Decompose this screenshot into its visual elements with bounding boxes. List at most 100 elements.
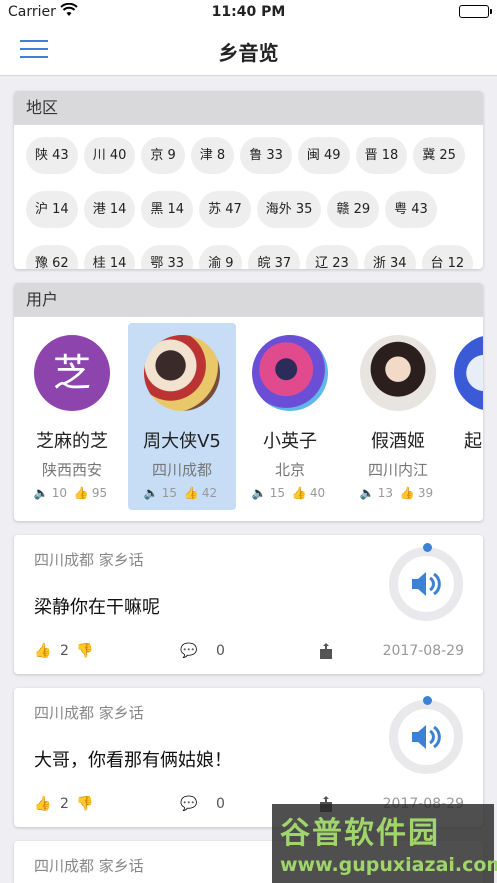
page-title: 乡音览 [218,41,279,65]
play-count: 15 [161,486,178,500]
region-chip[interactable]: 港 14 [83,191,136,228]
region-chip[interactable]: 鄂 33 [141,245,194,269]
thumbs-up-icon: 👍 [183,486,199,500]
user-name: 周大侠V5 [143,431,221,452]
speaker-icon: 🔈 [359,486,375,500]
like-count: 40 [309,486,326,500]
region-chip[interactable]: 川 40 [83,137,136,174]
region-chip-grid: 陕 43 川 40 京 9津 8鲁 33 闽 49 晋 18 冀 25 沪 14 港 14 黑 … [14,125,483,269]
clock: 11:40 PM [211,4,286,20]
speaker-icon [412,725,441,749]
like-count: 39 [417,486,434,500]
like-count: 2 [60,643,69,659]
speaker-icon: 🔈 [143,486,159,500]
post-text: 梁静你在干嘛呢 [34,597,160,618]
regions-card: 地区 陕 43 川 40 京 9津 8鲁 33 闽 49 晋 18 冀 25 沪 14 港 1… [14,91,483,269]
nav-bar: 乡音览 [0,24,497,76]
user-stats: 🔈 15 👍 40 [236,486,344,500]
regions-header: 地区 [14,91,483,125]
avatar: 芝 [34,335,110,411]
region-chip[interactable]: 津 8 [190,137,235,174]
comment-icon[interactable]: 💬 [180,643,197,659]
user-card[interactable]: 芝 芝麻的芝 陕西西安 🔈 10 👍 95 [18,323,126,510]
battery-icon [459,5,492,18]
region-chip[interactable]: 黑 14 [141,191,194,228]
user-card[interactable]: 小英子 北京 🔈 15 👍 40 [236,323,344,510]
thumbs-down-icon[interactable]: 👎 [76,796,93,812]
watermark-title: 谷普软件园 [280,816,440,851]
play-count: 13 [377,486,394,500]
user-stats: 🔈 13 👍 39 [344,486,452,500]
region-chip[interactable]: 鲁 33 [240,137,292,174]
user-card[interactable]: 假酒姬 四川内江 🔈 13 👍 39 [344,323,452,510]
watermark-url: www.gupuxiazai.com [280,854,497,876]
avatar [454,335,483,411]
user-name: 假酒姬 [371,431,425,452]
status-bar: Carrier 11:40 PM [0,0,497,24]
region-chip[interactable]: 皖 37 [248,245,301,269]
region-chip[interactable]: 海外 35 [256,191,322,228]
comment-icon[interactable]: 💬 [180,796,197,812]
region-chip[interactable]: 浙 34 [363,245,416,269]
user-location: 北京 [274,461,305,479]
share-icon[interactable] [319,643,333,663]
region-chip[interactable]: 赣 29 [327,191,380,228]
region-chip[interactable]: 辽 23 [306,245,358,269]
region-chip[interactable]: 闽 49 [297,137,350,174]
post-actions: 👍 2 👎 💬 0 2017-08-29 [34,643,464,663]
user-card-partial[interactable]: 起 [454,323,483,510]
thumbs-down-icon[interactable]: 👎 [76,643,93,659]
region-row: 豫 62 桂 14 鄂 33 渝 9皖 37 辽 23 浙 34 台 12 [26,245,483,269]
audio-play-button[interactable] [389,696,463,774]
like-count: 95 [91,486,108,500]
avatar [360,335,436,411]
users-card: 用户 芝 芝麻的芝 陕西西安 🔈 10 👍 95 周大侠V5 四川成都 🔈 15 👍 4… [14,283,483,521]
play-count: 10 [51,486,68,500]
play-count: 15 [269,486,286,500]
post-card[interactable]: 四川成都 家乡话 梁静你在干嘛呢 👍 2 👎 💬 0 2017-08-29 [14,535,483,674]
user-name: 起 [464,431,482,452]
avatar [144,335,220,411]
thumbs-up-icon: 👍 [73,486,89,500]
post-text: 大哥，你看那有俩姑娘！ [34,750,232,771]
post-location: 四川成都 家乡话 [34,704,144,722]
like-count: 2 [60,796,69,812]
avatar [252,335,328,411]
region-chip[interactable]: 桂 14 [83,245,136,269]
user-name: 小英子 [263,431,317,452]
user-name: 芝麻的芝 [36,431,108,452]
thumbs-up-icon[interactable]: 👍 [34,643,51,659]
progress-dot [423,696,432,705]
speaker-icon: 🔈 [251,486,267,500]
speaker-icon: 🔈 [33,486,49,500]
user-location: 陕西西安 [41,461,102,479]
watermark-logo: 谷普软件园 www.gupuxiazai.com [272,804,497,883]
user-stats: 🔈 15 👍 42 [128,486,236,500]
region-chip[interactable]: 沪 14 [26,191,78,228]
comment-count: 0 [216,796,225,812]
thumbs-up-icon[interactable]: 👍 [34,796,51,812]
progress-dot [423,543,432,552]
audio-play-button[interactable] [389,543,463,621]
region-chip[interactable]: 陕 43 [26,137,78,174]
region-chip[interactable]: 豫 62 [26,245,78,269]
user-location: 四川成都 [151,461,212,479]
post-location: 四川成都 家乡话 [34,551,144,569]
user-card-selected[interactable]: 周大侠V5 四川成都 🔈 15 👍 42 [128,323,236,510]
user-location: 四川内江 [367,461,428,479]
thumbs-up-icon: 👍 [291,486,307,500]
region-chip[interactable]: 京 9 [141,137,185,174]
post-date: 2017-08-29 [382,643,464,659]
region-chip[interactable]: 冀 25 [413,137,465,174]
speaker-icon [412,572,441,596]
region-chip[interactable]: 台 12 [421,245,474,269]
region-chip[interactable]: 渝 9 [199,245,243,269]
user-carousel[interactable]: 芝 芝麻的芝 陕西西安 🔈 10 👍 95 周大侠V5 四川成都 🔈 15 👍 42 小… [14,317,483,521]
region-row: 沪 14 港 14 黑 14 苏 47 海外 35 赣 29 粤 43 [26,191,483,245]
thumbs-up-icon: 👍 [399,486,415,500]
region-chip[interactable]: 粤 43 [385,191,437,228]
like-count: 42 [201,486,218,500]
region-chip[interactable]: 晋 18 [355,137,408,174]
region-row: 陕 43 川 40 京 9津 8鲁 33 闽 49 晋 18 冀 25 [26,137,483,191]
region-chip[interactable]: 苏 47 [199,191,251,228]
